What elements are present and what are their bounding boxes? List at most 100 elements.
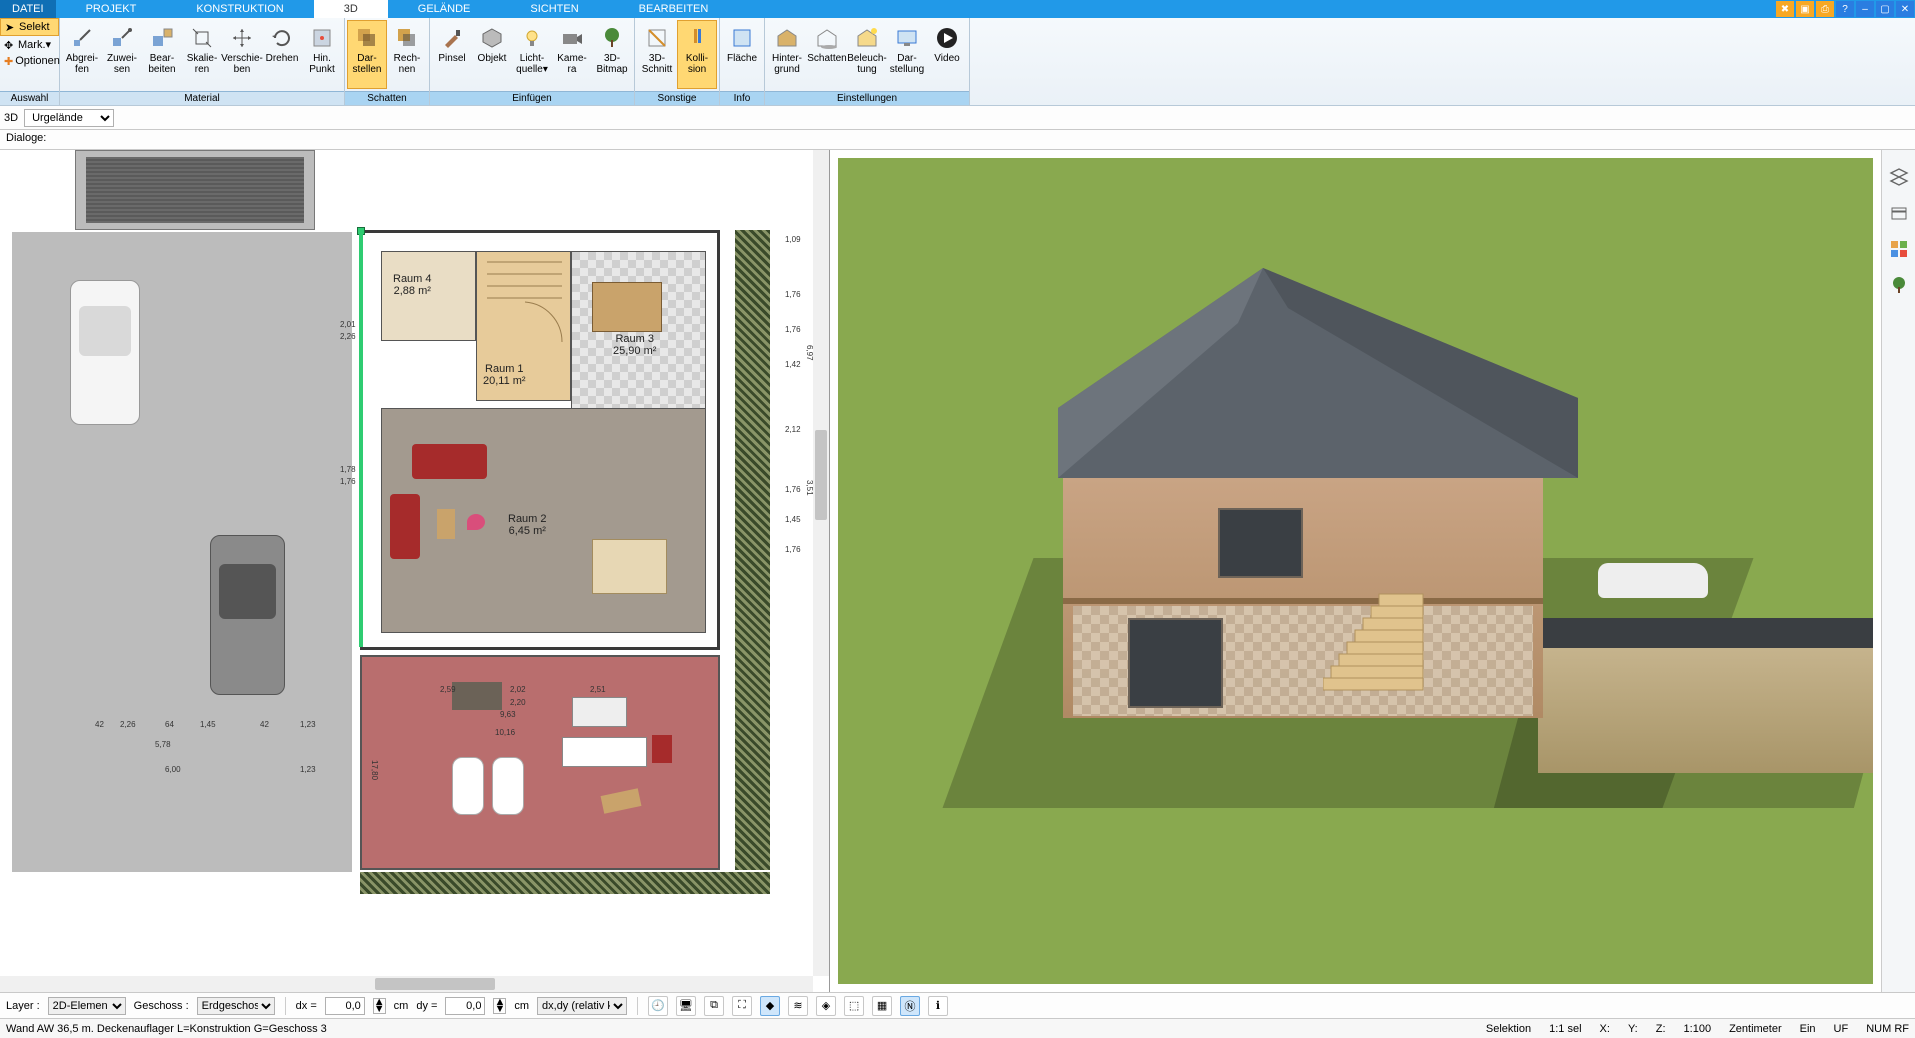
skalieren-button[interactable]: Skalie- ren [182, 20, 222, 89]
kollision-button[interactable]: Kolli- sion [677, 20, 717, 89]
point-icon [308, 24, 336, 52]
hedge-right [735, 230, 770, 870]
dim-label: 1,76 [785, 545, 801, 554]
window-action-1-icon[interactable]: ✖ [1776, 1, 1794, 17]
einfuegen-group-label: Einfügen [430, 91, 634, 105]
select-label: Selekt [19, 21, 50, 33]
furniture-icon[interactable] [1888, 202, 1910, 224]
einstellungen-group-label: Einstellungen [765, 91, 969, 105]
bearbeiten-button[interactable]: Bear- beiten [142, 20, 182, 89]
einfuegen-group: Pinsel Objekt Licht- quelle▾ Kame- ra 3D… [430, 18, 635, 105]
floor-slab [1063, 598, 1543, 604]
drehen-button[interactable]: Drehen [262, 20, 302, 89]
2d-view[interactable]: Raum 42,88 m² Raum 120,11 m² Raum 325,90… [0, 150, 830, 992]
beleuchtung-button[interactable]: Beleuch- tung [847, 20, 887, 89]
zuweisen-button[interactable]: Zuwei- sen [102, 20, 142, 89]
status-z: Z: [1656, 1023, 1666, 1035]
kollision-label: Kolli- sion [686, 53, 708, 75]
scrollbar-thumb[interactable] [375, 978, 495, 990]
dim-label: 5,78 [155, 740, 171, 749]
furniture-3 [562, 737, 647, 767]
lounger-2 [492, 757, 524, 815]
objekt-button[interactable]: Objekt [472, 20, 512, 89]
object-icon [478, 24, 506, 52]
einstellungen-group: Hinter- grund Schatten Beleuch- tung Dar… [765, 18, 970, 105]
hedge-bottom [360, 872, 770, 894]
furniture-2 [572, 697, 627, 727]
dim-label: 2,59 [440, 685, 456, 694]
sub-toolbar: 3D Urgelände [0, 106, 1915, 130]
room-3-label: Raum 325,90 m² [613, 333, 656, 357]
maximize-icon[interactable]: ▢ [1876, 1, 1894, 17]
menu-tab-datei[interactable]: DATEI [0, 0, 56, 18]
bitmap3d-button[interactable]: 3D- Bitmap [592, 20, 632, 89]
play-icon [933, 24, 961, 52]
flaeche-label: Fläche [727, 53, 757, 64]
menu-tab-konstruktion[interactable]: KONSTRUKTION [166, 0, 313, 18]
pinsel-button[interactable]: Pinsel [432, 20, 472, 89]
layer-select[interactable]: Urgelände [24, 109, 114, 127]
kamera-button[interactable]: Kame- ra [552, 20, 592, 89]
dim-label: 64 [165, 720, 174, 729]
dining-table [592, 282, 662, 332]
window-action-3-icon[interactable]: ⎙ [1816, 1, 1834, 17]
menu-tab-bearbeiten[interactable]: BEARBEITEN [609, 0, 739, 18]
chevron-down-icon: ▾ [46, 38, 52, 51]
abgreifen-button[interactable]: Abgrei- fen [62, 20, 102, 89]
sofa-red-1 [412, 444, 487, 479]
shadow-show-icon [353, 24, 381, 52]
menu-tab-3d[interactable]: 3D [314, 0, 388, 18]
pinsel-label: Pinsel [438, 53, 465, 64]
video-button[interactable]: Video [927, 20, 967, 89]
minimize-icon[interactable]: – [1856, 1, 1874, 17]
dim-label: 1,45 [785, 515, 801, 524]
mark-button[interactable]: ✥Mark. ▾ [0, 36, 59, 53]
schnitt3d-button[interactable]: 3D- Schnitt [637, 20, 677, 89]
selection-group-label: Auswahl [0, 91, 59, 105]
menu-tab-gelaende[interactable]: GELÄNDE [388, 0, 501, 18]
dim-label: 42 [95, 720, 104, 729]
window-action-2-icon[interactable]: ▣ [1796, 1, 1814, 17]
status-y: Y: [1628, 1023, 1638, 1035]
scrollbar-thumb[interactable] [815, 430, 827, 520]
scrollbar-horizontal[interactable] [0, 976, 813, 992]
plants-icon[interactable] [1888, 274, 1910, 296]
hintergrund-button[interactable]: Hinter- grund [767, 20, 807, 89]
cursor-icon: ➤ [5, 21, 17, 33]
rechnen-label: Rech- nen [394, 53, 421, 75]
sofa-red-2 [390, 494, 420, 559]
dim-label: 2,51 [590, 685, 606, 694]
status-scale: 1:100 [1684, 1023, 1712, 1035]
sonstige-group-label: Sonstige [635, 91, 719, 105]
assign-icon [108, 24, 136, 52]
options-label: Optionen [15, 55, 60, 67]
rechnen-button[interactable]: Rech- nen [387, 20, 427, 89]
menu-bar: DATEI PROJEKT KONSTRUKTION 3D GELÄNDE SI… [0, 0, 1915, 18]
menu-tab-sichten[interactable]: SICHTEN [500, 0, 608, 18]
hin-punkt-button[interactable]: Hin. Punkt [302, 20, 342, 89]
materials-icon[interactable] [1888, 238, 1910, 260]
schatten2-button[interactable]: Schatten [807, 20, 847, 89]
bearbeiten-label: Bear- beiten [148, 53, 175, 75]
dim-label: 10,16 [495, 728, 515, 737]
help-icon[interactable]: ? [1836, 1, 1854, 17]
options-button[interactable]: ✚Optionen [0, 53, 59, 69]
menu-tab-projekt[interactable]: PROJEKT [56, 0, 167, 18]
camera-icon [558, 24, 586, 52]
area-icon [728, 24, 756, 52]
layers-icon[interactable] [1888, 166, 1910, 188]
hintergrund-label: Hinter- grund [772, 53, 802, 75]
verschieben-button[interactable]: Verschie- ben [222, 20, 262, 89]
status-left: Wand AW 36,5 m. Deckenauflager L=Konstru… [6, 1023, 327, 1035]
scrollbar-vertical[interactable] [813, 150, 829, 976]
close-icon[interactable]: ✕ [1896, 1, 1914, 17]
flaeche-button[interactable]: Fläche [722, 20, 762, 89]
3d-view[interactable] [838, 158, 1873, 984]
lichtquelle-button[interactable]: Licht- quelle▾ [512, 20, 552, 89]
darstellung-button[interactable]: Dar- stellung [887, 20, 927, 89]
furniture-4 [652, 735, 672, 763]
dim-label: 2,20 [510, 698, 526, 707]
mode-label: 3D [4, 112, 18, 124]
select-button[interactable]: ➤Selekt [0, 18, 59, 36]
darstellen-button[interactable]: Dar- stellen [347, 20, 387, 89]
